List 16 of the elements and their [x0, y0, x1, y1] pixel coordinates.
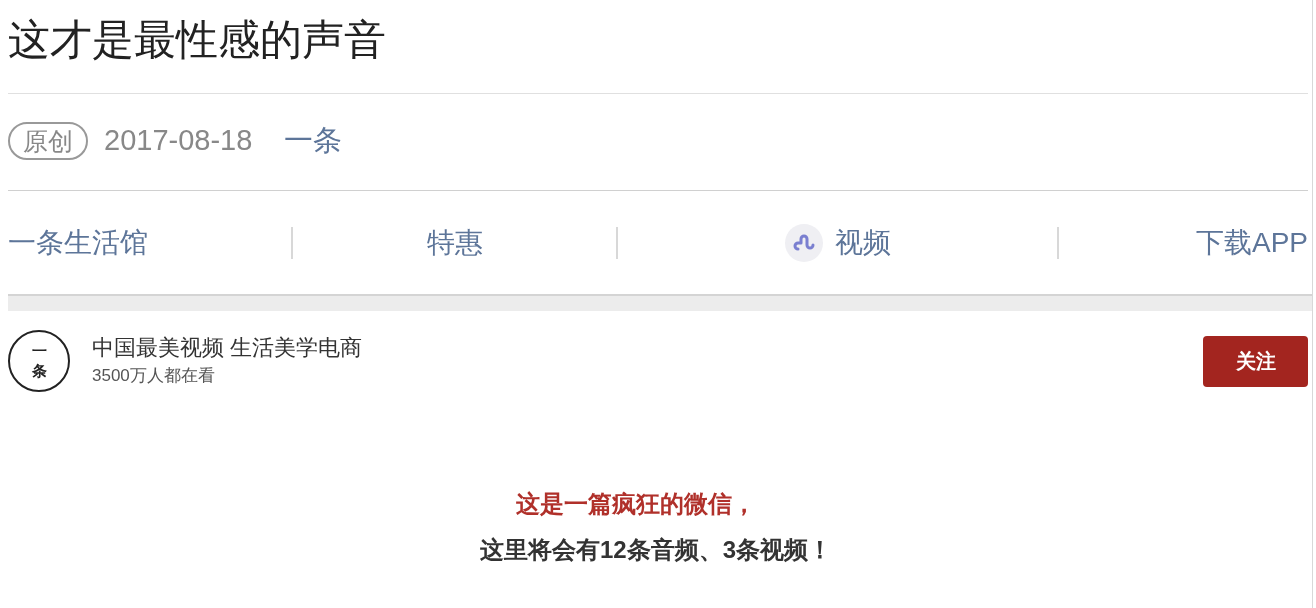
- logo-character: 条: [31, 361, 47, 381]
- publish-date: 2017-08-18: [104, 123, 253, 159]
- follower-count: 3500万人都在看: [92, 365, 216, 387]
- logo-character: 一: [31, 341, 47, 361]
- author-link[interactable]: 一条: [284, 119, 343, 163]
- account-name: 中国最美视频 生活美学电商: [92, 334, 363, 362]
- nav-link[interactable]: 视频: [784, 223, 891, 262]
- nav-link[interactable]: 特惠: [426, 225, 483, 260]
- original-tag: 原创: [8, 122, 88, 160]
- nav-link[interactable]: 下载APP: [1195, 225, 1308, 260]
- link-icon: [784, 223, 823, 262]
- follow-button[interactable]: 关注: [1203, 335, 1308, 387]
- article-title: 这才是最性感的声音: [8, 15, 387, 65]
- nav-link[interactable]: 一条生活馆: [8, 225, 148, 260]
- body-text: 这是一篇疯狂的微信，: [516, 489, 757, 519]
- body-text: 这里将会有12条音频、3条视频！: [479, 535, 832, 565]
